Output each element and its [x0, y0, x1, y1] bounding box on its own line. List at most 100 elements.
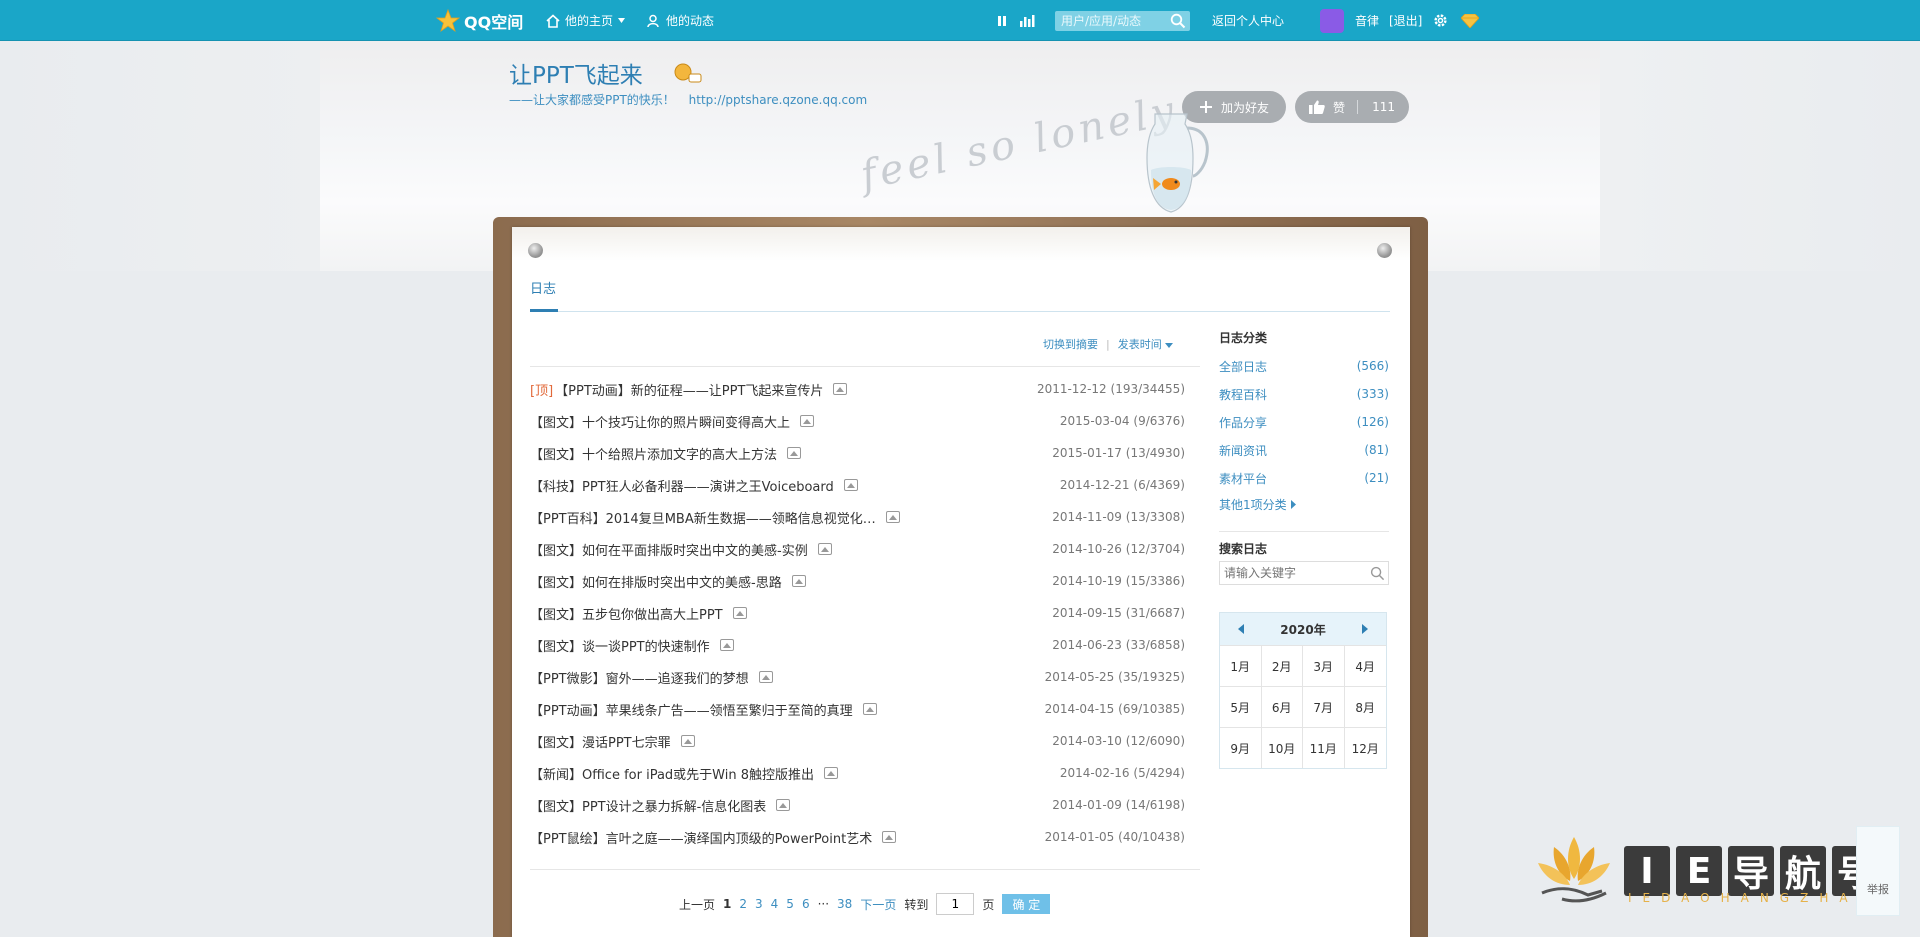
category-item-materials[interactable]: 素材平台 (21): [1219, 464, 1389, 492]
blog-row-2[interactable]: 【图文】十个技巧让你的照片瞬间变得高大上 2015-03-04 (9/6376): [530, 405, 1185, 437]
blog-title[interactable]: 【图文】十个技巧让你的照片瞬间变得高大上: [530, 412, 790, 431]
blog-title[interactable]: 【PPT百科】2014复旦MBA新生数据——领略信息视觉化…: [530, 508, 876, 527]
month-cell[interactable]: 7月: [1303, 686, 1345, 727]
search-icon[interactable]: [1370, 566, 1385, 581]
month-cell[interactable]: 2月: [1261, 645, 1303, 686]
page-last[interactable]: 38: [837, 897, 852, 911]
category-item-all[interactable]: 全部日志 (566): [1219, 352, 1389, 380]
back-personal-center-link[interactable]: 返回个人中心: [1212, 12, 1284, 29]
space-url[interactable]: http://pptshare.qzone.qq.com: [689, 93, 868, 107]
category-item-works[interactable]: 作品分享 (126): [1219, 408, 1389, 436]
image-icon: [787, 447, 802, 459]
his-home-menu[interactable]: 他的主页: [546, 12, 626, 29]
blog-stats: (6/4369): [1133, 478, 1185, 492]
month-cell[interactable]: 12月: [1344, 727, 1386, 768]
blog-title[interactable]: 【科技】PPT狂人必备利器——演讲之王Voiceboard: [530, 476, 834, 495]
blog-title[interactable]: 【PPT动画】苹果线条广告——领悟至繁归于至简的真理: [530, 700, 853, 719]
blog-row-5[interactable]: 【PPT百科】2014复旦MBA新生数据——领略信息视觉化… 2014-11-0…: [530, 501, 1185, 533]
blog-row-1[interactable]: [顶] 【PPT动画】新的征程——让PPT飞起来宣传片 2011-12-12 (…: [530, 373, 1185, 405]
gear-icon[interactable]: [1433, 13, 1448, 28]
report-button[interactable]: 举报: [1856, 826, 1900, 916]
blog-row-15[interactable]: 【PPT鼠绘】言叶之庭——演绎国内顶级的PowerPoint艺术 2014-01…: [530, 821, 1185, 853]
category-item-tutorial[interactable]: 教程百科 (333): [1219, 380, 1389, 408]
page-4[interactable]: 4: [771, 897, 779, 911]
month-cell[interactable]: 3月: [1303, 645, 1345, 686]
diamond-vip-icon[interactable]: [1461, 14, 1479, 28]
category-name: 新闻资讯: [1219, 443, 1268, 458]
search-icon[interactable]: [1170, 13, 1186, 29]
blog-row-11[interactable]: 【PPT动画】苹果线条广告——领悟至繁归于至简的真理 2014-04-15 (6…: [530, 693, 1185, 725]
blog-title[interactable]: 【PPT动画】新的征程——让PPT飞起来宣传片: [555, 380, 823, 399]
blog-meta: 2014-01-09 (14/6198): [1052, 798, 1185, 812]
page-unit-label: 页: [982, 897, 995, 912]
blog-title[interactable]: 【PPT微影】窗外——追逐我们的梦想: [530, 668, 749, 687]
blog-row-8[interactable]: 【图文】五步包你做出高大上PPT 2014-09-15 (31/6687): [530, 597, 1185, 629]
blog-row-3[interactable]: 【图文】十个给照片添加文字的高大上方法 2015-01-17 (13/4930): [530, 437, 1185, 469]
blog-row-12[interactable]: 【图文】漫话PPT七宗罪 2014-03-10 (12/6090): [530, 725, 1185, 757]
space-title[interactable]: 让PPT飞起来: [509, 56, 643, 90]
pause-music-icon[interactable]: [996, 15, 1008, 27]
blog-title[interactable]: 【新闻】Office for iPad或先于Win 8触控版推出: [530, 764, 814, 783]
tab-blog[interactable]: 日志: [530, 278, 556, 297]
blog-row-6[interactable]: 【图文】如何在平面排版时突出中文的美感-实例 2014-10-26 (12/37…: [530, 533, 1185, 565]
prev-page-link[interactable]: 上一页: [679, 896, 715, 913]
like-button[interactable]: 赞 111: [1295, 91, 1409, 123]
blog-row-4[interactable]: 【科技】PPT狂人必备利器——演讲之王Voiceboard 2014-12-21…: [530, 469, 1185, 501]
image-icon: [719, 639, 734, 651]
month-cell[interactable]: 11月: [1303, 727, 1345, 768]
blog-title[interactable]: 【图文】漫话PPT七宗罪: [530, 732, 671, 751]
user-avatar[interactable]: [1320, 9, 1344, 33]
qzone-logo[interactable]: QQ空间: [436, 8, 523, 34]
category-count: (333): [1356, 387, 1389, 401]
blog-row-7[interactable]: 【图文】如何在排版时突出中文的美感-思路 2014-10-19 (15/3386…: [530, 565, 1185, 597]
month-cell[interactable]: 9月: [1220, 727, 1262, 768]
month-cell[interactable]: 1月: [1220, 645, 1262, 686]
month-cell[interactable]: 6月: [1261, 686, 1303, 727]
category-item-news[interactable]: 新闻资讯 (81): [1219, 436, 1389, 464]
page-5[interactable]: 5: [786, 897, 794, 911]
blog-list: [顶] 【PPT动画】新的征程——让PPT飞起来宣传片 2011-12-12 (…: [530, 373, 1185, 853]
his-feed-link[interactable]: 他的动态: [647, 12, 714, 29]
page-3[interactable]: 3: [755, 897, 763, 911]
blog-title[interactable]: 【图文】如何在平面排版时突出中文的美感-实例: [530, 540, 808, 559]
chevron-down-icon: [618, 18, 626, 23]
blog-title[interactable]: 【图文】十个给照片添加文字的高大上方法: [530, 444, 777, 463]
category-more-link[interactable]: 其他1项分类: [1219, 492, 1389, 516]
page-2[interactable]: 2: [739, 897, 747, 911]
blog-search-input[interactable]: [1219, 561, 1389, 585]
blog-title[interactable]: 【PPT鼠绘】言叶之庭——演绎国内顶级的PowerPoint艺术: [530, 828, 872, 847]
blog-stats: (13/3308): [1125, 510, 1185, 524]
blog-date: 2015-03-04: [1059, 414, 1130, 428]
month-cell[interactable]: 4月: [1344, 645, 1386, 686]
equalizer-icon[interactable]: [1019, 15, 1035, 27]
month-cell[interactable]: 10月: [1261, 727, 1303, 768]
category-heading: 日志分类: [1219, 331, 1268, 345]
caret-right-icon: [1290, 499, 1296, 509]
pagination: 上一页 1 2 3 4 5 6 ··· 38 下一页 转到 页 确 定: [679, 893, 1051, 915]
switch-to-summary-link[interactable]: 切换到摘要: [1043, 336, 1098, 352]
month-cell[interactable]: 5月: [1220, 686, 1262, 727]
sort-by-time-menu[interactable]: 发表时间: [1118, 336, 1174, 352]
blog-row-13[interactable]: 【新闻】Office for iPad或先于Win 8触控版推出 2014-02…: [530, 757, 1185, 789]
blog-row-14[interactable]: 【图文】PPT设计之暴力拆解-信息化图表 2014-01-09 (14/6198…: [530, 789, 1185, 821]
user-name-link[interactable]: 音律: [1355, 12, 1379, 29]
blog-title[interactable]: 【图文】PPT设计之暴力拆解-信息化图表: [530, 796, 766, 815]
add-friend-label: 加为好友: [1220, 100, 1269, 115]
blog-row-9[interactable]: 【图文】谈一谈PPT的快速制作 2014-06-23 (33/6858): [530, 629, 1185, 661]
prev-year-arrow-icon[interactable]: [1238, 624, 1245, 634]
page-6[interactable]: 6: [802, 897, 810, 911]
yellow-diamond-badge-icon[interactable]: [672, 62, 702, 84]
blog-title[interactable]: 【图文】如何在排版时突出中文的美感-思路: [530, 572, 782, 591]
qzone-logo-text: QQ空间: [464, 13, 524, 32]
logout-link[interactable]: [退出]: [1389, 12, 1422, 29]
blog-row-10[interactable]: 【PPT微影】窗外——追逐我们的梦想 2014-05-25 (35/19325): [530, 661, 1185, 693]
paper-top-strip: [512, 227, 1410, 261]
month-cell[interactable]: 8月: [1344, 686, 1386, 727]
next-year-arrow-icon[interactable]: [1361, 624, 1368, 634]
blog-date: 2015-01-17: [1052, 446, 1122, 460]
blog-title[interactable]: 【图文】五步包你做出高大上PPT: [530, 604, 723, 623]
blog-title[interactable]: 【图文】谈一谈PPT的快速制作: [530, 636, 710, 655]
next-page-link[interactable]: 下一页: [860, 896, 896, 913]
goto-page-input[interactable]: [936, 893, 975, 915]
confirm-button[interactable]: 确 定: [1002, 894, 1051, 914]
